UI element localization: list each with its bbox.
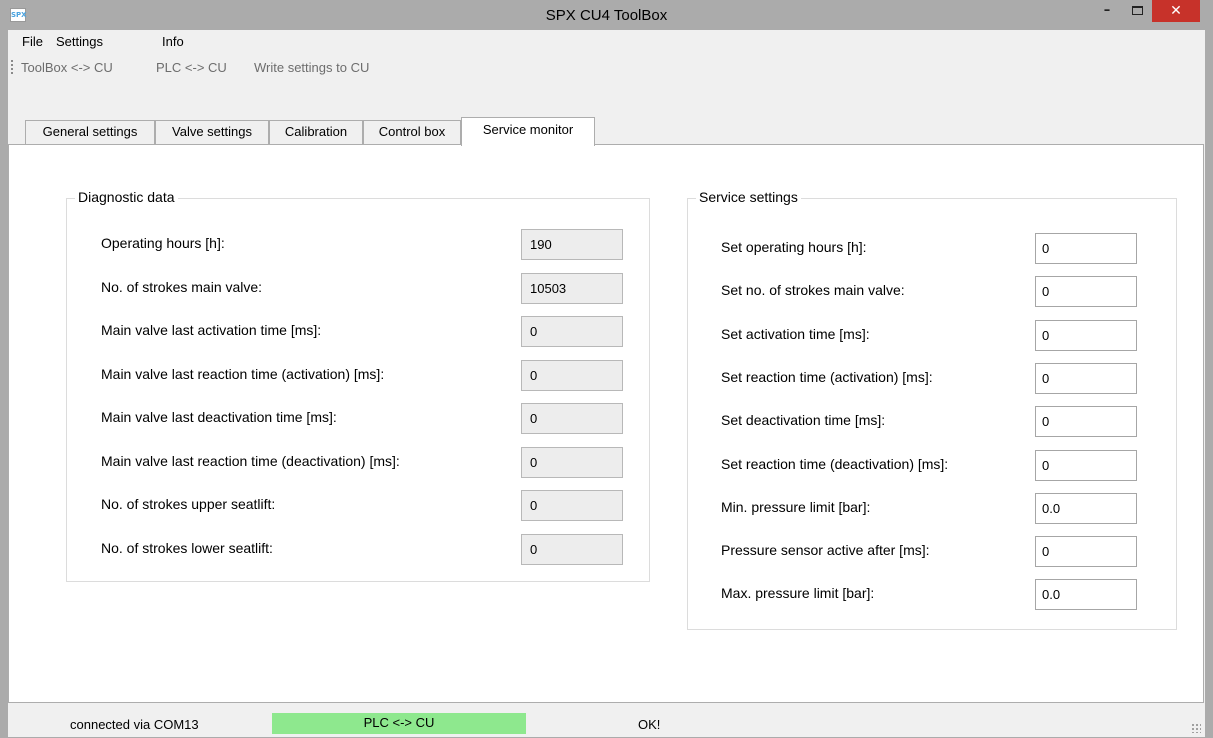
- diagnostic-data-group: Diagnostic data Operating hours [h]: 190 N…: [66, 189, 650, 582]
- diagnostic-row-label: No. of strokes main valve:: [101, 278, 263, 295]
- tab-service-monitor[interactable]: Service monitor: [461, 117, 595, 146]
- toolbar: ToolBox <-> CU PLC <-> CU Write settings…: [8, 54, 1205, 80]
- diagnostic-row-label: Main valve last deactivation time [ms]:: [101, 409, 337, 425]
- diagnostic-readonly-field: 0: [521, 316, 623, 347]
- service-row-label: Set reaction time (deactivation) [ms]:: [721, 455, 949, 472]
- tab-calibration[interactable]: Calibration: [269, 120, 363, 145]
- diagnostic-row-label: Operating hours [h]:: [101, 235, 225, 251]
- diagnostic-data-title: Diagnostic data: [75, 189, 178, 205]
- service-input-field[interactable]: [1035, 449, 1137, 481]
- close-button[interactable]: ✕: [1152, 0, 1200, 22]
- service-input-field[interactable]: [1035, 492, 1137, 524]
- result-status: OK!: [638, 717, 661, 732]
- diagnostic-row-label: Main valve last reaction time (activatio…: [101, 365, 385, 382]
- diagnostic-readonly-field: 0: [521, 533, 623, 565]
- toolbox-cu-button[interactable]: ToolBox <-> CU: [21, 60, 113, 75]
- service-input-field[interactable]: [1035, 233, 1137, 264]
- service-row-label: Set deactivation time [ms]:: [721, 412, 886, 429]
- service-row-label: Pressure sensor active after [ms]:: [721, 542, 930, 559]
- menu-info[interactable]: Info: [162, 34, 184, 49]
- maximize-button[interactable]: [1124, 0, 1150, 22]
- service-row-label: Set no. of strokes main valve:: [721, 282, 905, 299]
- service-input-field[interactable]: [1035, 276, 1137, 308]
- service-settings-title: Service settings: [696, 189, 801, 205]
- diagnostic-readonly-field: 10503: [521, 272, 623, 304]
- tab-control-box[interactable]: Control box: [363, 120, 461, 145]
- diagnostic-readonly-field: 0: [521, 403, 623, 434]
- mode-status-badge: PLC <-> CU: [272, 713, 526, 734]
- service-row-label: Set reaction time (activation) [ms]:: [721, 368, 933, 385]
- menu-bar: File Settings Info: [8, 30, 1205, 54]
- service-settings-group: Service settings Set operating hours [h]…: [687, 189, 1177, 630]
- diagnostic-readonly-field: 0: [521, 490, 623, 521]
- diagnostic-readonly-field: 190: [521, 229, 623, 260]
- service-input-field[interactable]: [1035, 362, 1137, 394]
- tab-general-settings[interactable]: General settings: [25, 120, 155, 145]
- app-window: SPX SPX CU4 ToolBox – ✕ File Settings In…: [0, 0, 1213, 738]
- service-input-field[interactable]: [1035, 319, 1137, 351]
- title-bar[interactable]: SPX SPX CU4 ToolBox – ✕: [0, 0, 1213, 30]
- service-row-label: Set operating hours [h]:: [721, 239, 867, 255]
- minimize-button[interactable]: –: [1094, 0, 1120, 22]
- diagnostic-row-label: No. of strokes upper seatlift:: [101, 496, 276, 512]
- resize-grip-icon[interactable]: [1191, 723, 1201, 733]
- service-row-label: Max. pressure limit [bar]:: [721, 585, 875, 602]
- diagnostic-readonly-field: 0: [521, 446, 623, 478]
- service-input-field[interactable]: [1035, 406, 1137, 438]
- status-bar: connected via COM13 PLC <-> CU OK!: [8, 711, 1205, 737]
- menu-settings[interactable]: Settings: [56, 34, 103, 49]
- service-row-label: Set activation time [ms]:: [721, 325, 870, 342]
- diagnostic-row-label: No. of strokes lower seatlift:: [101, 539, 273, 556]
- service-input-field[interactable]: [1035, 579, 1137, 611]
- diagnostic-row-label: Main valve last reaction time (deactivat…: [101, 452, 400, 469]
- diagnostic-readonly-field: 0: [521, 359, 623, 391]
- service-input-field[interactable]: [1035, 536, 1137, 568]
- menu-file[interactable]: File: [22, 34, 43, 49]
- connection-status: connected via COM13: [70, 717, 199, 732]
- plc-cu-button[interactable]: PLC <-> CU: [156, 60, 227, 75]
- service-row-label: Min. pressure limit [bar]:: [721, 498, 871, 515]
- toolbar-grip[interactable]: [11, 60, 13, 74]
- service-monitor-panel: Diagnostic data Operating hours [h]: 190 N…: [8, 144, 1204, 703]
- maximize-icon: [1131, 6, 1143, 15]
- window-title: SPX CU4 ToolBox: [545, 7, 668, 24]
- write-settings-button[interactable]: Write settings to CU: [254, 60, 369, 75]
- tab-valve-settings[interactable]: Valve settings: [155, 120, 269, 145]
- tab-strip: General settings Valve settings Calibrat…: [8, 117, 1205, 146]
- diagnostic-row-label: Main valve last activation time [ms]:: [101, 322, 322, 338]
